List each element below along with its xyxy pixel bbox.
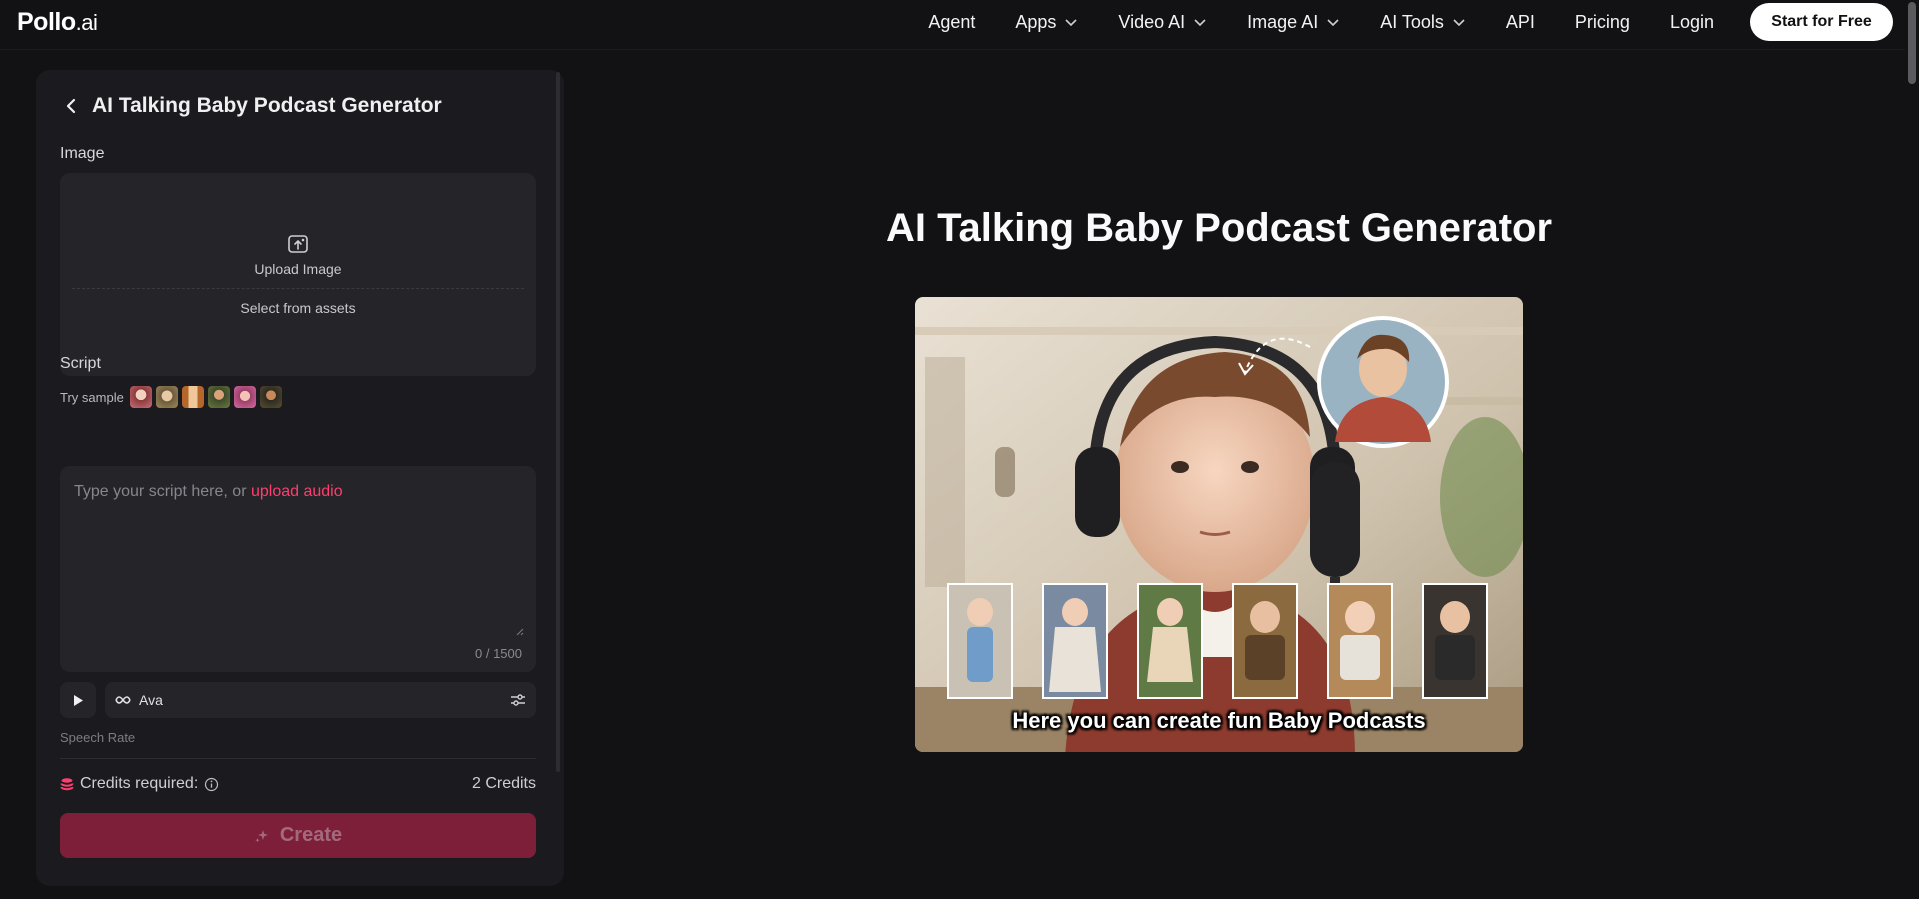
nav-item-api[interactable]: API	[1506, 12, 1535, 33]
chevron-down-icon	[1453, 19, 1465, 27]
divider	[60, 758, 536, 759]
credits-row: Credits required: 2 Credits	[60, 775, 536, 795]
play-icon	[74, 694, 83, 706]
page-title: AI Talking Baby Podcast Generator	[885, 206, 1553, 250]
script-placeholder: Type your script here, or upload audio	[74, 483, 343, 501]
nav-label: Video AI	[1118, 11, 1186, 32]
upload-audio-link[interactable]: upload audio	[251, 483, 343, 500]
create-label: Create	[279, 824, 343, 846]
nav-label: Login	[1669, 11, 1714, 32]
nav-label: Apps	[1015, 11, 1057, 32]
create-button[interactable]: Create	[60, 813, 536, 858]
voice-name: Ava	[139, 692, 163, 708]
scrollbar-thumb[interactable]	[1908, 2, 1916, 84]
nav-item-apps[interactable]: Apps	[1015, 12, 1078, 33]
script-textarea[interactable]: Type your script here, or upload audio 0…	[60, 466, 536, 672]
nav-item-video-ai[interactable]: Video AI	[1118, 12, 1207, 33]
chevron-down-icon	[1327, 19, 1339, 27]
sample-thumbnail[interactable]	[181, 386, 204, 408]
hero-caption: Here you can create fun Baby Podcasts	[1012, 708, 1426, 733]
nav-item-image-ai[interactable]: Image AI	[1247, 12, 1340, 33]
nav-label: Pricing	[1574, 11, 1630, 32]
select-from-assets-link[interactable]: Select from assets	[60, 300, 536, 316]
page-scrollbar[interactable]	[1905, 0, 1919, 899]
sample-thumbnail[interactable]	[233, 386, 256, 408]
main-nav: Agent Apps Video AI Image AI AI Tools AP…	[928, 0, 1919, 44]
panel-scrollbar[interactable]	[556, 72, 560, 772]
resize-grip-icon[interactable]	[514, 626, 524, 636]
nav-label: AI Tools	[1380, 11, 1444, 32]
voice-selector[interactable]: Ava	[105, 682, 536, 718]
chevron-down-icon	[1194, 19, 1206, 27]
settings-sliders-icon[interactable]	[510, 692, 526, 708]
character-counter: 0 / 1500	[475, 646, 522, 661]
coins-icon	[60, 778, 74, 791]
chevron-down-icon	[1065, 19, 1077, 27]
credits-required: Credits required:	[60, 775, 219, 793]
hero-preview-image: Here you can create fun Baby Podcasts	[915, 297, 1523, 752]
nav-item-pricing[interactable]: Pricing	[1575, 12, 1630, 33]
nav-label: Agent	[928, 11, 976, 32]
speech-rate-label[interactable]: Speech Rate	[60, 730, 135, 745]
top-navigation-bar: Pollo.ai Agent Apps Video AI Image AI AI…	[0, 0, 1919, 50]
image-upload-dropzone[interactable]: Upload Image Select from assets	[60, 173, 536, 376]
credits-label: Credits required:	[80, 775, 199, 792]
panel-title: AI Talking Baby Podcast Generator	[92, 94, 442, 117]
logo-main-text: Pollo	[17, 8, 76, 36]
try-sample-label: Try sample	[60, 389, 124, 405]
script-label: Script	[60, 355, 101, 372]
voice-wave-icon	[115, 696, 131, 704]
logo-suffix-text: .ai	[75, 10, 98, 35]
sample-thumbnail[interactable]	[129, 386, 152, 408]
sparkle-icon	[255, 829, 268, 842]
pollo-logo[interactable]: Pollo.ai	[17, 8, 98, 37]
upload-divider	[72, 288, 524, 289]
nav-item-ai-tools[interactable]: AI Tools	[1380, 12, 1466, 33]
back-arrow-icon[interactable]	[64, 97, 78, 115]
start-for-free-button[interactable]: Start for Free	[1750, 3, 1893, 41]
nav-label: API	[1505, 11, 1535, 32]
play-voice-button[interactable]	[60, 682, 96, 718]
try-sample-row: Try sample	[60, 386, 282, 408]
credits-value: 2 Credits	[471, 775, 536, 792]
info-icon[interactable]	[204, 777, 219, 792]
upload-image-label[interactable]: Upload Image	[60, 261, 536, 277]
sample-thumbnail[interactable]	[259, 386, 282, 408]
nav-item-login[interactable]: Login	[1670, 12, 1714, 33]
panel-header: AI Talking Baby Podcast Generator	[64, 94, 442, 118]
sample-thumbnail[interactable]	[155, 386, 178, 408]
nav-item-agent[interactable]: Agent	[928, 12, 975, 33]
placeholder-text: Type your script here, or	[74, 483, 251, 500]
image-label: Image	[60, 145, 105, 162]
nav-label: Image AI	[1247, 11, 1319, 32]
hero-illustration	[915, 297, 1523, 752]
generator-panel: AI Talking Baby Podcast Generator Image …	[36, 70, 564, 886]
sample-thumbnail[interactable]	[207, 386, 230, 408]
upload-image-icon	[288, 235, 308, 253]
